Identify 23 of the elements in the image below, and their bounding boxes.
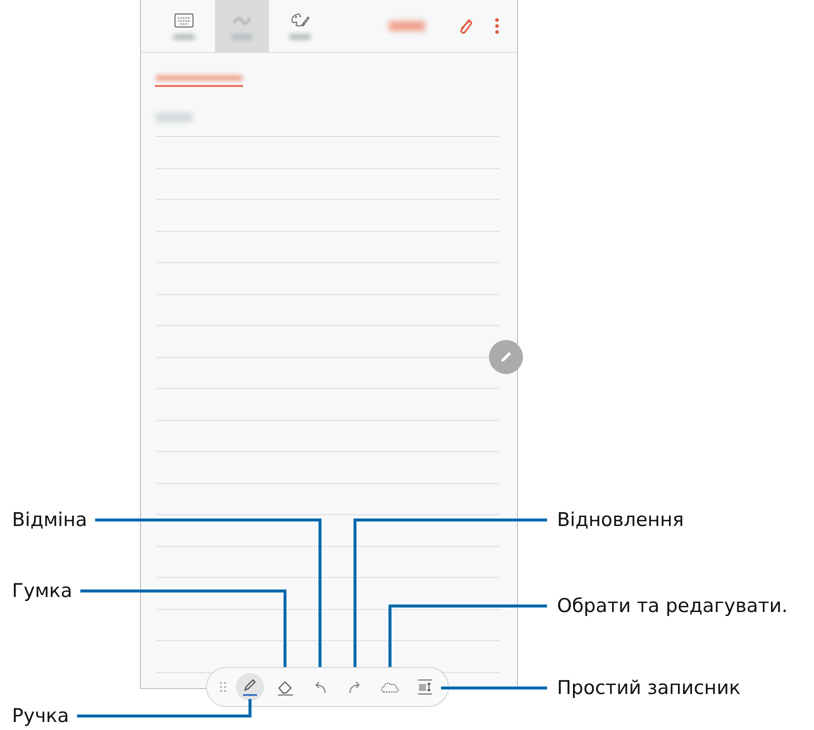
text-resize-icon — [417, 679, 433, 695]
callout-label: Відміна — [12, 508, 88, 532]
callout-label: Обрати та редагувати. — [557, 594, 788, 618]
blurred-title — [155, 113, 193, 122]
blurred-label — [231, 34, 253, 40]
callout-label: Гумка — [12, 579, 72, 603]
redo-icon — [348, 680, 362, 694]
callout-label: Простий записник — [557, 676, 740, 700]
pen-icon — [242, 678, 258, 696]
blurred-label — [173, 34, 195, 40]
callout-label: Відновлення — [557, 508, 684, 532]
dashed-cloud-icon — [380, 680, 400, 694]
grip-icon — [220, 682, 226, 692]
blurred-label — [289, 34, 311, 40]
more-button[interactable] — [495, 18, 499, 34]
pen-button[interactable] — [236, 673, 264, 701]
palette-icon — [290, 12, 310, 28]
eraser-icon — [276, 678, 294, 696]
pencil-icon — [499, 350, 513, 364]
more-icon — [495, 18, 499, 34]
callout-label: Ручка — [12, 704, 70, 728]
undo-icon — [313, 680, 327, 694]
keyboard-icon — [174, 12, 194, 28]
